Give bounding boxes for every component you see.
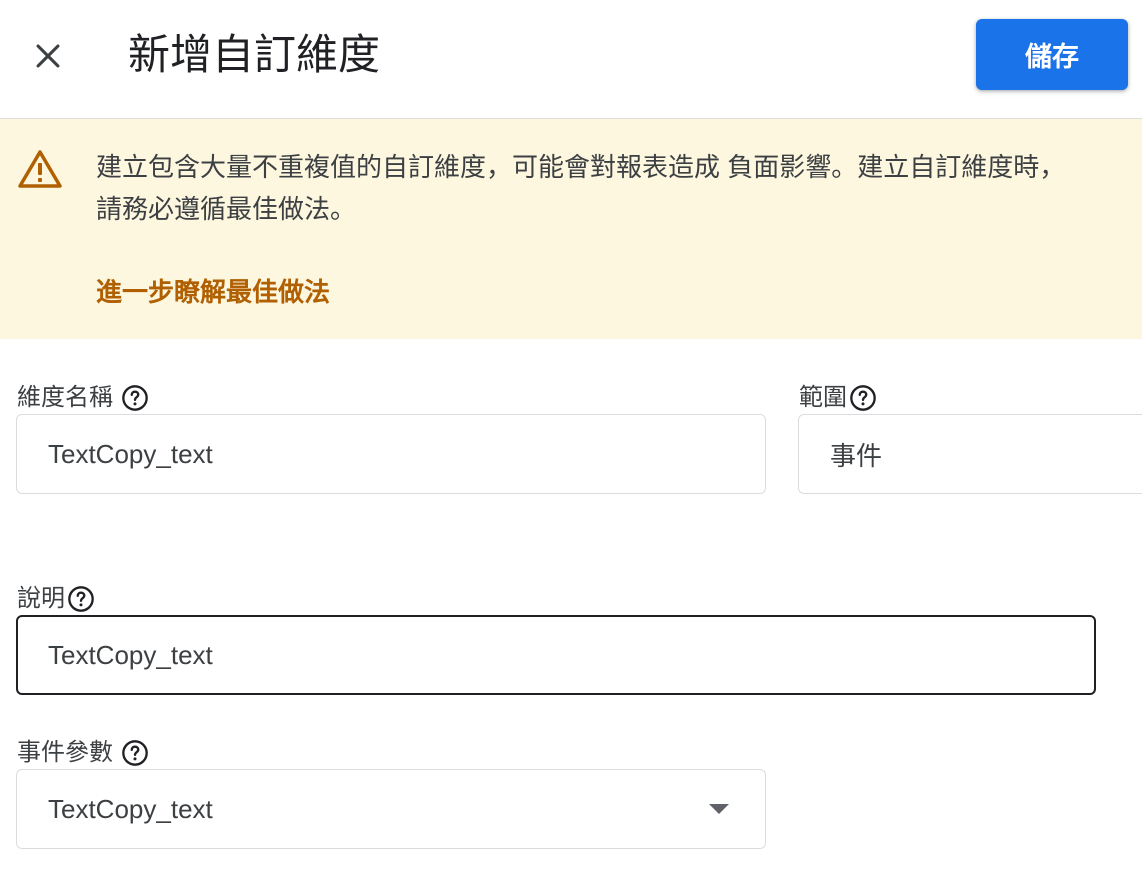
description-field[interactable] bbox=[16, 615, 1096, 695]
event-parameter-value: TextCopy_text bbox=[48, 793, 213, 824]
description-label: 說明 bbox=[17, 583, 95, 615]
help-circle-icon bbox=[850, 385, 876, 411]
scope-label: 範圍 bbox=[799, 382, 877, 414]
learn-best-practices-link[interactable]: 進一步瞭解最佳做法 bbox=[96, 272, 330, 312]
dimension-name-input[interactable] bbox=[48, 438, 765, 470]
help-circle-icon bbox=[68, 586, 94, 612]
event-parameter-select[interactable]: TextCopy_text bbox=[16, 769, 766, 849]
scope-label-text: 範圍 bbox=[799, 384, 847, 411]
help-circle-icon bbox=[122, 385, 148, 411]
close-icon bbox=[36, 44, 60, 68]
page-title: 新增自訂維度 bbox=[128, 31, 381, 78]
help-icon[interactable] bbox=[849, 384, 877, 412]
arrow-drop-down-icon[interactable] bbox=[709, 804, 729, 814]
help-circle-icon bbox=[122, 740, 148, 766]
description-input[interactable] bbox=[48, 639, 1094, 671]
event-parameter-label-text: 事件參數 bbox=[17, 739, 113, 766]
help-icon[interactable] bbox=[67, 585, 95, 613]
warning-icon bbox=[18, 150, 62, 188]
scope-value: 事件 bbox=[830, 440, 883, 471]
help-icon[interactable] bbox=[121, 384, 149, 412]
dimension-name-label: 維度名稱 bbox=[17, 382, 149, 414]
description-label-text: 說明 bbox=[17, 585, 65, 612]
close-button[interactable] bbox=[22, 30, 74, 82]
dimension-name-field[interactable] bbox=[16, 414, 766, 494]
save-button[interactable]: 儲存 bbox=[976, 19, 1128, 90]
event-parameter-label: 事件參數 bbox=[17, 737, 149, 769]
scope-field[interactable]: 事件 bbox=[798, 414, 1142, 494]
help-icon[interactable] bbox=[121, 739, 149, 767]
warning-message: 建立包含大量不重複值的自訂維度，可能會對報表造成 負面影響。建立自訂維度時，請務… bbox=[96, 152, 1066, 224]
dimension-name-label-text: 維度名稱 bbox=[17, 384, 113, 411]
